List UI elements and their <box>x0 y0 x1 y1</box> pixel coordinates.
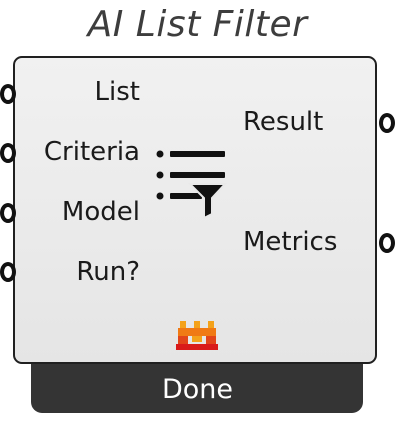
status-text: Done <box>161 374 234 405</box>
output-label-result: Result <box>243 107 324 137</box>
plugin-logo-icon <box>176 321 218 350</box>
output-port-metrics[interactable] <box>379 233 395 253</box>
input-label-model: Model <box>61 197 140 227</box>
filter-list-icon <box>156 150 227 220</box>
component-canvas: { "component": { "title": "AI List Filte… <box>0 0 395 426</box>
component-title: AI List Filter <box>87 4 308 45</box>
input-label-list: List <box>94 77 140 107</box>
output-label-metrics: Metrics <box>243 227 338 257</box>
input-label-run: Run? <box>76 257 140 287</box>
output-port-result[interactable] <box>379 113 395 133</box>
input-label-criteria: Criteria <box>43 137 140 167</box>
